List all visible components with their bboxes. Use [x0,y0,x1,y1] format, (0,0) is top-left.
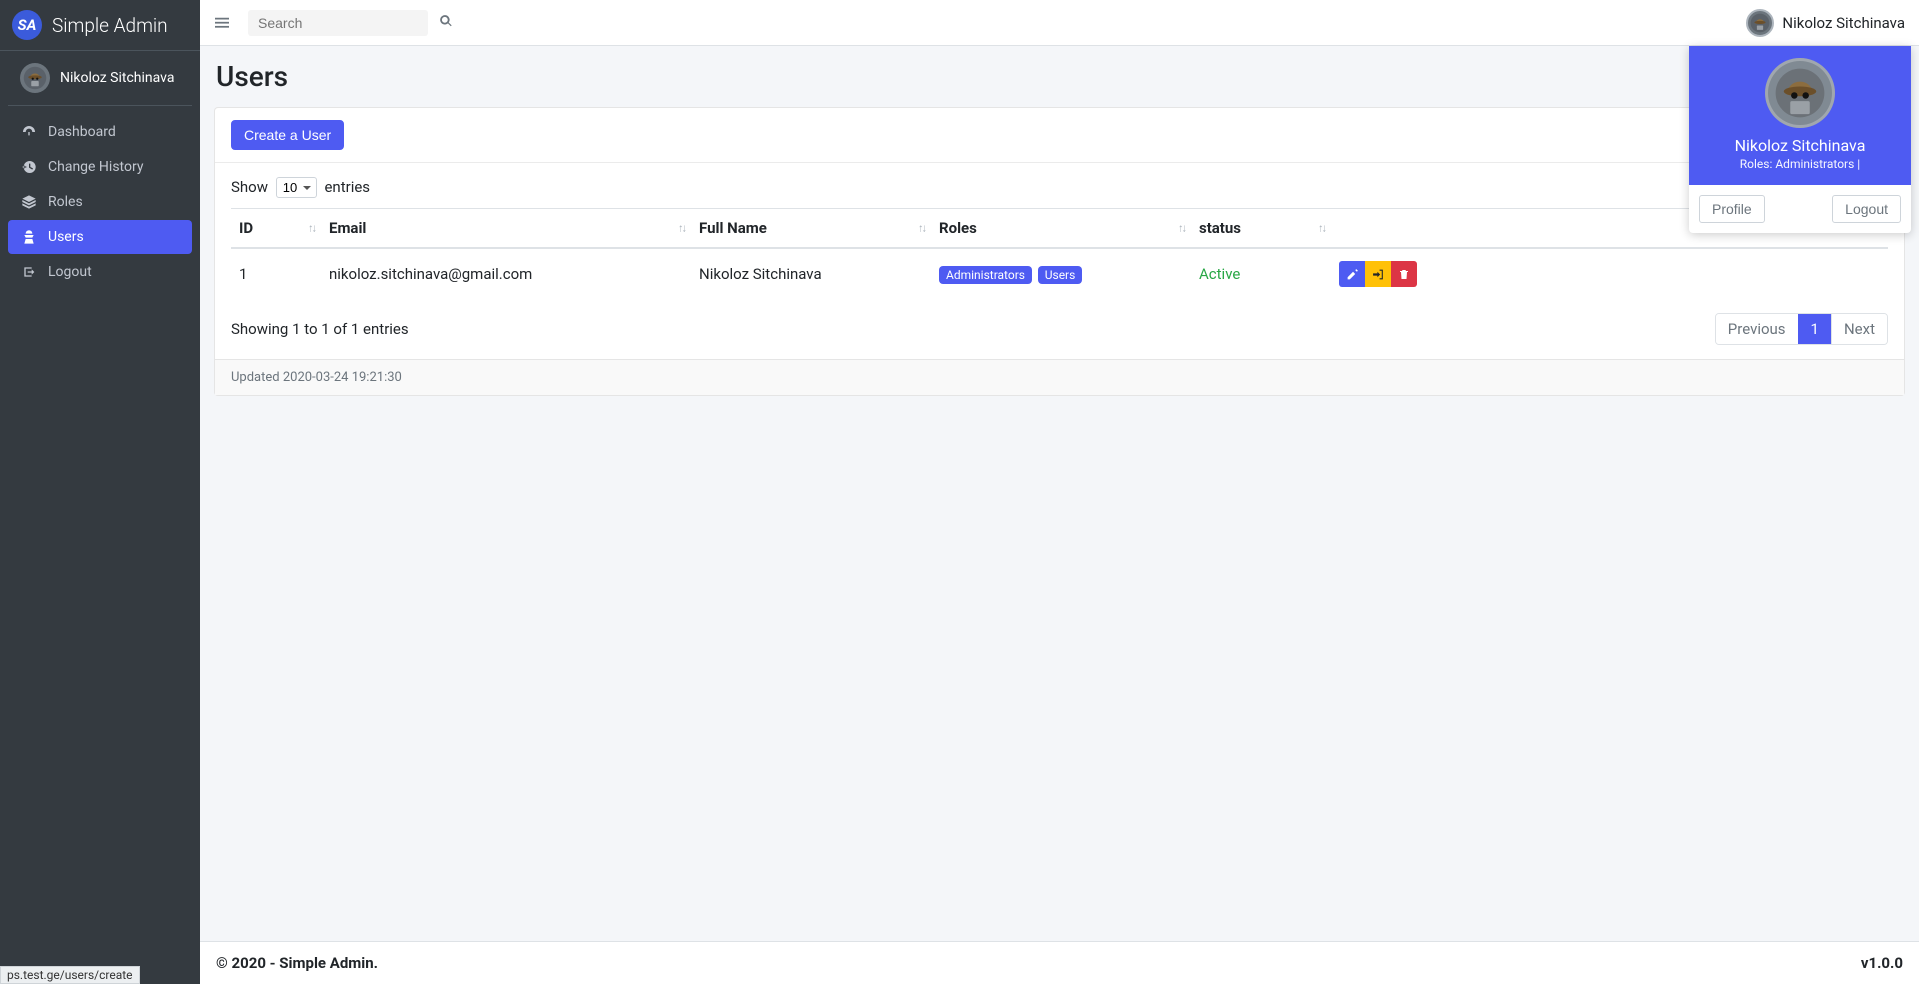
role-badge: Users [1038,266,1083,284]
users-table: ID↑↓ Email↑↓ Full Name↑↓ Roles↑↓ status↑… [231,208,1888,299]
role-badge: Administrators [939,266,1032,284]
sort-icon: ↑↓ [678,222,685,235]
col-full-name[interactable]: Full Name↑↓ [691,209,931,249]
card-body: Show 10 entries S ID↑↓ Email↑↓ Full Name… [215,163,1904,359]
avatar [1746,9,1774,37]
table-header-row: ID↑↓ Email↑↓ Full Name↑↓ Roles↑↓ status↑… [231,209,1888,249]
spy-avatar-icon [23,66,47,90]
search-box[interactable] [248,10,428,36]
page-prev[interactable]: Previous [1716,314,1798,344]
content: Users Create a User Show 10 entries S [200,46,1919,941]
cell-roles: Administrators Users [931,248,1191,299]
cell-actions [1331,248,1888,299]
spy-avatar-icon [1750,13,1770,33]
user-dropdown-header: Nikoloz Sitchinava Roles: Administrators… [1689,46,1911,185]
col-status[interactable]: status↑↓ [1191,209,1331,249]
avatar [20,63,50,93]
sort-icon: ↑↓ [918,222,925,235]
sidebar-nav: Dashboard Change History Roles Users Log… [0,106,200,298]
trash-icon [1398,268,1410,281]
search-input[interactable] [258,15,439,31]
length-control: Show 10 entries [231,177,370,198]
col-id[interactable]: ID↑↓ [231,209,321,249]
card-footer: Updated 2020-03-24 19:21:30 [215,359,1904,395]
user-dropdown: Nikoloz Sitchinava Roles: Administrators… [1689,46,1911,233]
card-header: Create a User [215,108,1904,163]
length-suffix: entries [324,178,370,196]
bars-icon [214,16,230,30]
logout-button[interactable]: Logout [1832,195,1901,223]
page-next[interactable]: Next [1831,314,1887,344]
cell-full-name: Nikoloz Sitchinava [691,248,931,299]
create-user-button[interactable]: Create a User [231,120,344,150]
datatable-controls: Show 10 entries S [231,177,1888,198]
table-row: 1 nikoloz.sitchinava@gmail.com Nikoloz S… [231,248,1888,299]
sort-icon: ↑↓ [1318,222,1325,235]
menu-toggle-button[interactable] [214,16,230,30]
brand-name: Simple Admin [52,14,168,37]
status-badge: Active [1199,265,1240,283]
topbar: Nikoloz Sitchinava [200,0,1919,46]
sidebar-item-label: Change History [48,159,143,175]
edit-icon [1346,268,1359,281]
delete-button[interactable] [1391,261,1417,287]
browser-status-url: ps.test.ge/users/create [0,966,140,984]
datatable-bottom: Showing 1 to 1 of 1 entries Previous 1 N… [231,313,1888,345]
users-card: Create a User Show 10 entries S [214,107,1905,396]
brand[interactable]: SA Simple Admin [0,0,200,51]
impersonate-button[interactable] [1365,261,1391,287]
topbar-username: Nikoloz Sitchinava [1782,14,1905,32]
col-email[interactable]: Email↑↓ [321,209,691,249]
sidebar: SA Simple Admin Nikoloz Sitchinava Dashb… [0,0,200,984]
layers-icon [20,193,38,211]
footer-version: v1.0.0 [1861,954,1903,972]
length-prefix: Show [231,178,268,196]
footer-copyright: © 2020 - Simple Admin. [216,954,378,972]
avatar [1765,58,1835,128]
sidebar-item-label: Users [48,229,84,245]
history-icon [20,158,38,176]
col-roles[interactable]: Roles↑↓ [931,209,1191,249]
user-secret-icon [20,228,38,246]
search-icon[interactable] [439,14,453,32]
sidebar-item-label: Logout [48,264,92,280]
sidebar-item-label: Roles [48,194,83,210]
sidebar-item-change-history[interactable]: Change History [8,150,192,184]
dropdown-user-roles: Roles: Administrators | [1699,157,1901,171]
dashboard-icon [20,123,38,141]
sidebar-user-name: Nikoloz Sitchinava [60,70,174,86]
sidebar-item-roles[interactable]: Roles [8,185,192,219]
sort-icon: ↑↓ [1178,222,1185,235]
spy-avatar-icon [1774,67,1826,119]
user-dropdown-footer: Profile Logout [1689,185,1911,233]
page-title: Users [214,60,1905,93]
sign-out-icon [20,263,38,281]
sidebar-item-logout[interactable]: Logout [8,255,192,289]
cell-status: Active [1191,248,1331,299]
edit-button[interactable] [1339,261,1365,287]
sidebar-item-label: Dashboard [48,124,116,140]
footer: © 2020 - Simple Admin. v1.0.0 [200,941,1919,984]
sidebar-item-users[interactable]: Users [8,220,192,254]
datatable-info: Showing 1 to 1 of 1 entries [231,320,409,338]
cell-email: nikoloz.sitchinava@gmail.com [321,248,691,299]
dropdown-user-name: Nikoloz Sitchinava [1699,136,1901,155]
main: Nikoloz Sitchinava Users Create a User S… [200,0,1919,984]
sign-in-icon [1372,268,1385,281]
sidebar-user-panel[interactable]: Nikoloz Sitchinava [8,51,192,106]
pagination: Previous 1 Next [1715,313,1888,345]
profile-button[interactable]: Profile [1699,195,1765,223]
sort-icon: ↑↓ [308,222,315,235]
length-select[interactable]: 10 [276,177,317,198]
page-number[interactable]: 1 [1798,314,1831,344]
brand-logo: SA [12,10,42,40]
user-menu-toggle[interactable]: Nikoloz Sitchinava [1746,9,1905,37]
sidebar-item-dashboard[interactable]: Dashboard [8,115,192,149]
cell-id: 1 [231,248,321,299]
